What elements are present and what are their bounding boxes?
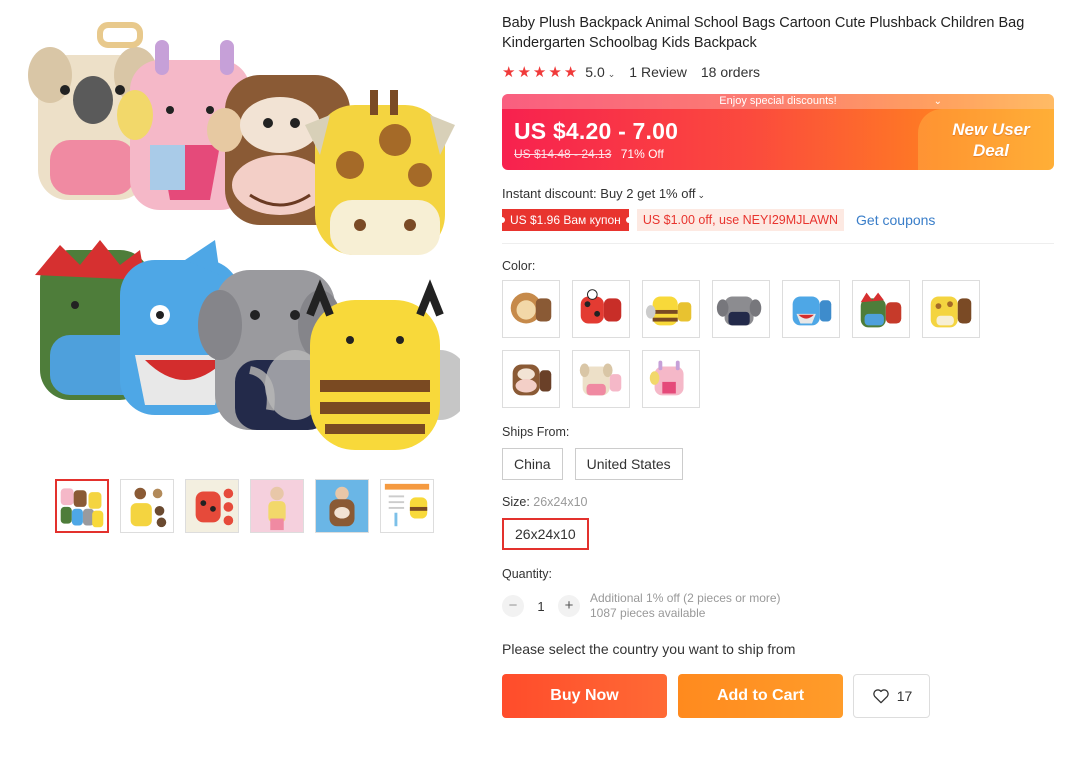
color-option-koala[interactable] — [572, 350, 630, 408]
original-price: US $14.48 - 24.13 — [514, 147, 612, 161]
color-option-unicorn[interactable] — [642, 350, 700, 408]
rating-row: ★ ★ ★ ★ ★ 5.0 ⌄ 1 Review 18 orders — [502, 62, 1054, 82]
discount-percent: 71% Off — [620, 147, 664, 161]
product-title: Baby Plush Backpack Animal School Bags C… — [502, 15, 1025, 51]
thumbnail-5[interactable] — [315, 479, 369, 533]
main-product-image[interactable] — [20, 15, 460, 455]
color-option-bee[interactable] — [642, 280, 700, 338]
original-price-row: US $14.48 - 24.13 71% Off — [514, 147, 664, 161]
divider — [502, 243, 1054, 244]
ships-from-label: Ships From: — [502, 425, 570, 439]
quantity-label: Quantity: — [502, 567, 553, 581]
buy-now-button[interactable]: Buy Now — [502, 674, 667, 718]
chevron-down-icon: ⌄ — [697, 190, 705, 200]
wishlist-count: 17 — [896, 688, 913, 704]
orders-count: 18 orders — [700, 64, 761, 80]
star-icon: ★ — [517, 63, 531, 81]
thumbnail-2[interactable] — [120, 479, 174, 533]
color-option-shark[interactable] — [782, 280, 840, 338]
thumbnail-4[interactable] — [250, 479, 304, 533]
thumbnail-strip — [55, 479, 434, 533]
wishlist-button[interactable]: 17 — [853, 674, 930, 718]
instant-discount[interactable]: Instant discount: Buy 2 get 1% off ⌄ — [502, 186, 1054, 201]
ships-from-united-states[interactable]: United States — [574, 448, 683, 480]
increase-quantity-button[interactable]: + — [558, 595, 580, 617]
rating-score[interactable]: 5.0 ⌄ — [585, 64, 615, 80]
coupon-row: US $1.96 Вам купон US $1.00 off, use NEY… — [499, 209, 1054, 231]
thumbnail-3[interactable] — [185, 479, 239, 533]
star-icon: ★ — [563, 63, 578, 81]
price-banner: Enjoy special discounts! ⌄ US $4.20 - 7.… — [502, 94, 1054, 170]
star-icon: ★ — [532, 63, 547, 81]
star-icon: ★ — [548, 63, 562, 81]
discount-strip: Enjoy special discounts! ⌄ — [502, 94, 1054, 109]
get-coupons-link[interactable]: Get coupons — [856, 212, 935, 228]
thumbnail-6[interactable] — [380, 479, 434, 533]
chevron-down-icon: ⌄ — [933, 96, 942, 107]
size-selected-value: 26x24x10 — [533, 495, 588, 509]
color-option-giraffe[interactable] — [922, 280, 980, 338]
quantity-stepper: − 1 + Additional 1% off (2 pieces or mor… — [502, 591, 1054, 621]
new-user-deal-badge: New User Deal — [952, 120, 1030, 160]
color-option-elephant[interactable] — [712, 280, 770, 338]
action-buttons: Buy Now Add to Cart 17 — [502, 674, 1054, 718]
product-gallery — [20, 15, 480, 533]
product-info: Baby Plush Backpack Animal School Bags C… — [499, 13, 1054, 718]
current-price: US $4.20 - 7.00 — [514, 118, 679, 144]
quantity-value[interactable]: 1 — [524, 599, 558, 614]
size-options: 26x24x10 — [502, 518, 1054, 550]
color-label: Color: — [502, 259, 536, 273]
color-option-monkey[interactable] — [502, 350, 560, 408]
size-option-26x24x10[interactable]: 26x24x10 — [502, 518, 589, 550]
color-option-ladybug[interactable] — [572, 280, 630, 338]
add-to-cart-button[interactable]: Add to Cart — [678, 674, 843, 718]
color-option-lion[interactable] — [502, 280, 560, 338]
star-icon: ★ — [502, 63, 516, 81]
rating-stars: ★ ★ ★ ★ ★ — [502, 65, 577, 80]
heart-icon — [872, 689, 889, 704]
size-label: Size: 26x24x10 — [502, 495, 588, 509]
quantity-note: Additional 1% off (2 pieces or more) 108… — [590, 591, 781, 620]
ships-from-options: China United States — [502, 448, 1054, 480]
shipping-message: Please select the country you want to sh… — [502, 641, 796, 657]
reviews-link[interactable]: 1 Review — [629, 64, 687, 80]
code-coupon[interactable]: US $1.00 off, use NEYI29MJLAWN — [636, 209, 845, 231]
thumbnail-1[interactable] — [55, 479, 109, 533]
chevron-down-icon: ⌄ — [607, 69, 616, 79]
ships-from-china[interactable]: China — [502, 448, 563, 480]
store-coupon[interactable]: US $1.96 Вам купон — [499, 209, 632, 231]
color-swatches — [502, 280, 992, 408]
color-option-dinosaur[interactable] — [852, 280, 910, 338]
decrease-quantity-button[interactable]: − — [502, 595, 524, 617]
